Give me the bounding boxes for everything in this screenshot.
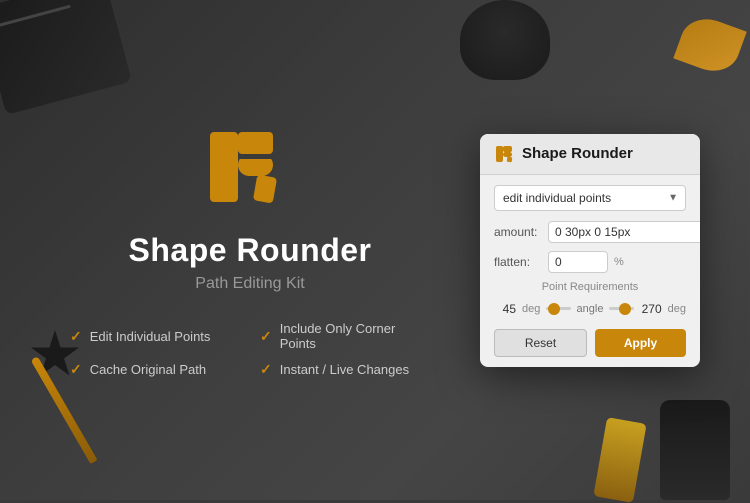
feature-label-3: Cache Original Path [90, 362, 206, 377]
feature-label-2: Include Only Corner Points [280, 321, 430, 351]
angle-left-value: 45 [494, 302, 516, 316]
amount-label: amount: [494, 225, 542, 239]
check-icon-3: ✓ [70, 361, 82, 378]
angle-left-unit: deg [522, 303, 540, 315]
check-icon-1: ✓ [70, 328, 82, 345]
feature-label-1: Edit Individual Points [90, 329, 211, 344]
apply-button[interactable]: Apply [595, 329, 686, 357]
panel: Shape Rounder edit individual points edi… [480, 134, 700, 367]
panel-logo-icon [494, 144, 514, 164]
angle-right-unit: deg [668, 303, 686, 315]
feature-item-3: ✓ Cache Original Path [70, 361, 240, 378]
dropdown-row: edit individual points edit all points e… [494, 185, 686, 211]
panel-title: Shape Rounder [522, 145, 633, 162]
reset-button[interactable]: Reset [494, 329, 587, 357]
flatten-label: flatten: [494, 255, 542, 269]
angle-slider-row: 45 deg angle 270 deg [494, 301, 686, 317]
angle-slider-right-wrapper [609, 301, 633, 317]
panel-header: Shape Rounder [480, 134, 700, 175]
app-title: Shape Rounder [129, 232, 372, 269]
logo-container [200, 122, 300, 212]
app-logo [200, 122, 300, 212]
button-row: Reset Apply [494, 329, 686, 357]
mode-dropdown[interactable]: edit individual points edit all points e… [494, 185, 686, 211]
amount-row: amount: [494, 221, 686, 243]
feature-item-1: ✓ Edit Individual Points [70, 321, 240, 351]
main-content: Shape Rounder Path Editing Kit ✓ Edit In… [0, 0, 750, 500]
feature-item-4: ✓ Instant / Live Changes [260, 361, 430, 378]
check-icon-2: ✓ [260, 328, 272, 345]
feature-item-2: ✓ Include Only Corner Points [260, 321, 430, 351]
angle-left-slider[interactable] [546, 307, 570, 310]
flatten-row: flatten: % [494, 251, 686, 273]
left-section: Shape Rounder Path Editing Kit ✓ Edit In… [50, 122, 450, 378]
angle-slider-left-wrapper [546, 301, 570, 317]
app-subtitle: Path Editing Kit [195, 275, 304, 293]
point-requirements-label: Point Requirements [494, 281, 686, 293]
features-list: ✓ Edit Individual Points ✓ Include Only … [70, 321, 430, 378]
angle-right-value: 270 [640, 302, 662, 316]
flatten-unit: % [614, 256, 624, 268]
check-icon-4: ✓ [260, 361, 272, 378]
flatten-input[interactable] [548, 251, 608, 273]
feature-label-4: Instant / Live Changes [280, 362, 409, 377]
dropdown-wrapper: edit individual points edit all points e… [494, 185, 686, 211]
amount-input[interactable] [548, 221, 700, 243]
panel-body: edit individual points edit all points e… [480, 175, 700, 367]
angle-right-slider[interactable] [609, 307, 633, 310]
angle-center-label: angle [577, 303, 604, 315]
